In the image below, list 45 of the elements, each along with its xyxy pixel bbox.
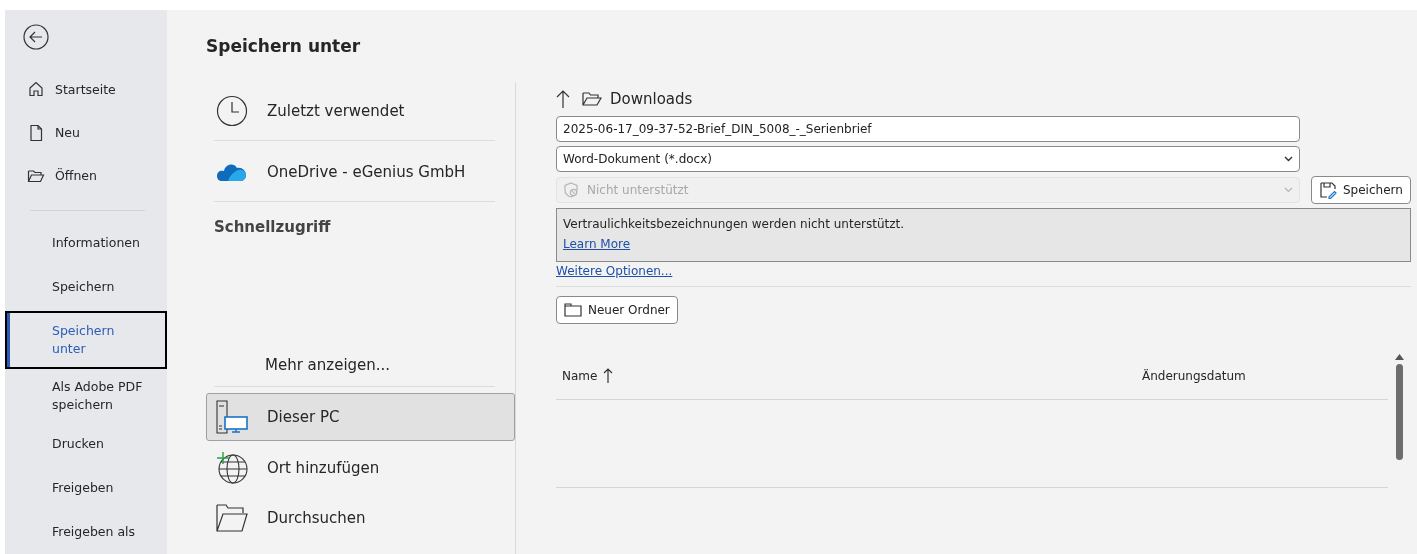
chevron-down-icon <box>1284 156 1293 162</box>
menu-item[interactable]: Drucken <box>5 422 167 466</box>
new-folder-button[interactable]: Neuer Ordner <box>556 296 678 324</box>
clock-icon <box>216 95 248 127</box>
filename-field[interactable]: 2025-06-17_09-37-52-Brief_DIN_5008_-_Serienbrief <box>556 116 1300 142</box>
chevron-down-icon <box>1284 187 1293 193</box>
globe-add-icon <box>215 451 249 485</box>
learn-more-link[interactable]: Learn More <box>563 237 631 251</box>
menu-item[interactable]: Freigeben <box>5 466 167 510</box>
show-more-link[interactable]: Mehr anzeigen... <box>206 356 515 382</box>
computer-icon <box>215 400 249 434</box>
menu-item[interactable]: Als Adobe PDF speichern <box>5 370 167 422</box>
nav-item[interactable]: Öffnen <box>5 154 167 198</box>
document-icon <box>27 123 45 142</box>
cloud-icon <box>216 161 248 183</box>
scroll-up-icon[interactable] <box>1394 354 1404 360</box>
location-item[interactable]: Ort hinzufügen <box>206 443 515 493</box>
folder-name: Downloads <box>610 90 693 108</box>
info-message: Vertraulichkeitsbezeichnungen werden nicht unterstützt. <box>563 217 906 231</box>
column-header[interactable]: Name <box>562 367 1142 384</box>
menu-item[interactable]: Freigeben als <box>5 510 167 554</box>
location-item[interactable]: Durchsuchen <box>206 493 515 543</box>
file-type-dropdown[interactable]: Word-Dokument (*.docx) <box>556 146 1300 172</box>
more-options-link[interactable]: Weitere Optionen... <box>556 264 673 278</box>
menu-item[interactable]: Speichern unter <box>5 310 167 369</box>
menu-item[interactable]: Informationen <box>5 220 167 265</box>
home-icon <box>27 80 45 99</box>
shield-icon <box>563 182 579 198</box>
folder-icon <box>564 303 582 317</box>
page-title: Speichern unter <box>206 36 362 58</box>
up-arrow-icon[interactable] <box>556 89 570 109</box>
location-item[interactable]: Dieser PC <box>206 393 515 441</box>
save-button[interactable]: Speichern <box>1311 176 1411 204</box>
back-button[interactable] <box>23 24 49 50</box>
column-header[interactable]: Änderungsdatum <box>1142 368 1246 383</box>
location-item[interactable]: Zuletzt verwendet <box>206 86 515 136</box>
folder-icon <box>215 503 249 533</box>
folder-icon <box>582 91 602 107</box>
location-item[interactable]: OneDrive - eGenius GmbH <box>206 147 515 197</box>
save-icon <box>1319 181 1337 199</box>
scrollbar-thumb[interactable] <box>1395 364 1403 460</box>
section-heading: Schnellzugriff <box>213 217 332 238</box>
menu-item[interactable]: Speichern <box>5 264 167 309</box>
nav-item[interactable]: Neu <box>5 111 167 155</box>
nav-item[interactable]: Startseite <box>5 67 167 111</box>
